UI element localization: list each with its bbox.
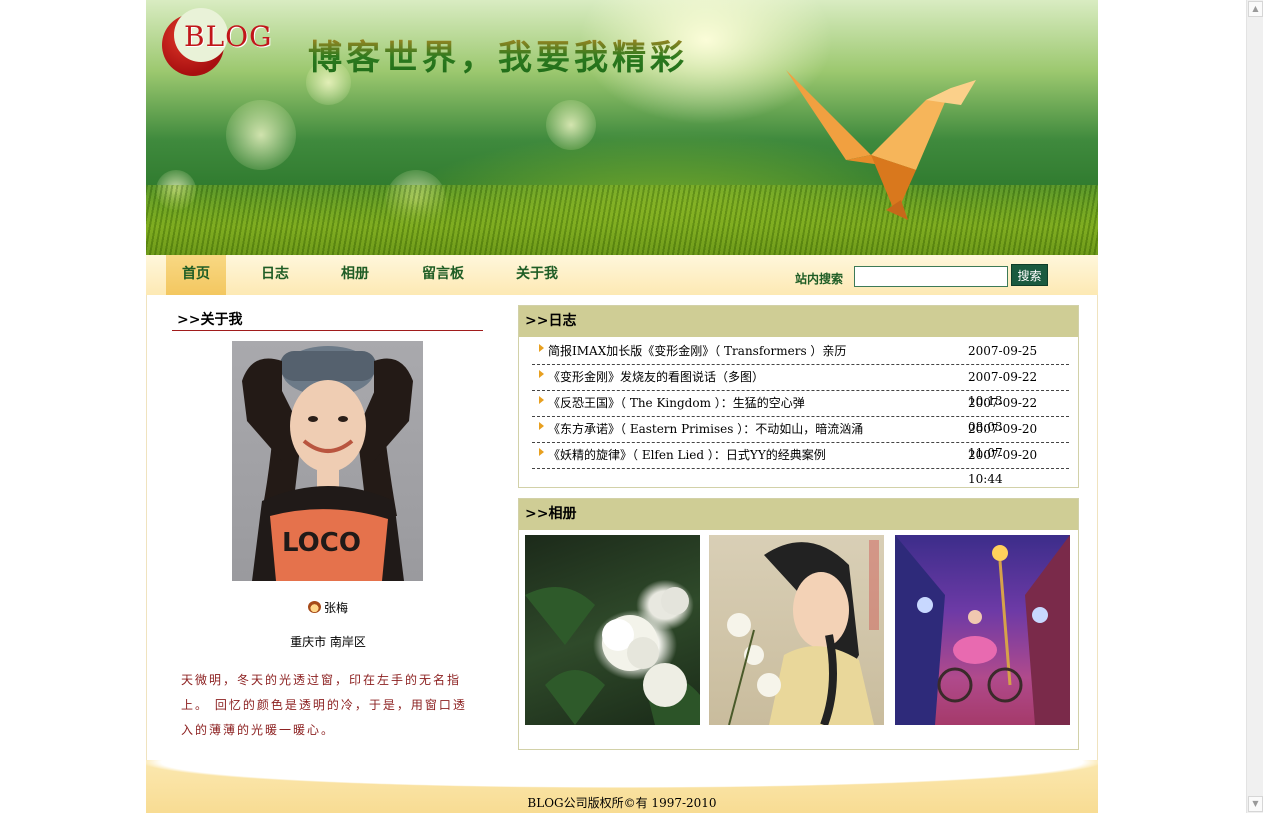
search-label: 站内搜索: [795, 272, 844, 286]
album-photo-flowers[interactable]: [525, 535, 700, 725]
scroll-down-icon[interactable]: ▼: [1248, 796, 1263, 812]
user-location: 重庆市 南岸区: [290, 635, 366, 649]
diary-entry[interactable]: 简报IMAX加长版《变形金刚》（ Transformers ）亲历 2007-0…: [532, 339, 1069, 365]
search-button[interactable]: 搜索: [1011, 264, 1048, 286]
avatar: LOCO: [232, 341, 423, 581]
girl-bicycle-photo: [895, 535, 1070, 725]
album-photo-girl-lily[interactable]: [709, 535, 884, 725]
vertical-scrollbar[interactable]: ▲ ▼: [1246, 0, 1263, 813]
scroll-up-icon[interactable]: ▲: [1248, 1, 1263, 17]
header-banner: BLOG 博客世界，我要我精彩: [146, 0, 1098, 255]
bullet-arrow-icon: [539, 396, 544, 404]
footer: BLOG公司版权所©有 1997-2010: [146, 760, 1098, 813]
diary-entry-title[interactable]: 简报IMAX加长版《变形金刚》（ Transformers ）亲历: [548, 339, 846, 363]
diary-entry[interactable]: 《变形金刚》发烧友的看图说话（多图） 2007-09-22 10:13: [532, 365, 1069, 408]
diary-panel-title: >>日志: [519, 306, 1078, 337]
banner-slogan: 博客世界，我要我精彩: [308, 30, 688, 79]
search-input[interactable]: [854, 266, 1008, 287]
diary-entry[interactable]: 《反恐王国》（ The Kingdom ）：生猛的空心弹 2007-09-22 …: [532, 391, 1069, 434]
diary-panel: >>日志 简报IMAX加长版《变形金刚》（ Transformers ）亲历 2…: [518, 305, 1079, 488]
logo-text: BLOG: [184, 20, 273, 53]
diary-entry-title[interactable]: 《变形金刚》发烧友的看图说话（多图）: [548, 365, 764, 389]
diary-entry-title[interactable]: 《妖精的旋律》（ Elfen Lied ）：日式YY的经典案例: [548, 443, 826, 467]
diary-entry-title[interactable]: 《东方承诺》（ Eastern Primises ）：不动如山，暗流汹涌: [548, 417, 863, 441]
about-title: >>关于我: [177, 312, 243, 328]
bokeh-light: [226, 100, 296, 170]
user-icon: [307, 601, 321, 613]
bullet-arrow-icon: [539, 370, 544, 378]
girl-lily-photo: [727, 540, 879, 725]
nav-album[interactable]: 相册: [341, 255, 369, 295]
diary-entry[interactable]: 《妖精的旋律》（ Elfen Lied ）：日式YY的经典案例 2007-09-…: [532, 443, 1069, 486]
album-panel-title: >>相册: [519, 499, 1078, 530]
user-bio: 天微明，冬天的光透过窗，印在左手的无名指上。 回忆的颜色是透明的冷，于是，用窗口…: [181, 673, 467, 737]
page-container: BLOG 博客世界，我要我精彩 首页 日志 相册 留言板 关于我 站内搜索 搜索…: [146, 0, 1098, 813]
bullet-arrow-icon: [539, 448, 544, 456]
album-panel: >>相册: [518, 498, 1079, 750]
nav-diary[interactable]: 日志: [261, 255, 289, 295]
about-divider: [172, 330, 483, 331]
bokeh-light: [546, 100, 596, 150]
footer-copyright: BLOG公司版权所©有 1997-2010: [527, 796, 717, 810]
nav-guestbook[interactable]: 留言板: [422, 255, 464, 295]
diary-entry-date: 2007-09-20 10:44: [968, 448, 1038, 486]
diary-entry[interactable]: 《东方承诺》（ Eastern Primises ）：不动如山，暗流汹涌 200…: [532, 417, 1069, 460]
album-photo-girl-bicycle[interactable]: [895, 535, 1070, 725]
nav-about[interactable]: 关于我: [516, 255, 558, 295]
svg-text:LOCO: LOCO: [282, 528, 361, 558]
paper-crane-icon: [786, 70, 976, 220]
gardenia-photo: [525, 587, 700, 725]
diary-entry-title[interactable]: 《反恐王国》（ The Kingdom ）：生猛的空心弹: [548, 391, 805, 415]
bullet-arrow-icon: [539, 422, 544, 430]
nav-home[interactable]: 首页: [166, 255, 226, 295]
user-name: 张梅: [323, 601, 348, 615]
avatar-photo: LOCO: [242, 346, 413, 581]
blog-logo[interactable]: BLOG: [162, 8, 272, 78]
diary-entry-date: 2007-09-25: [968, 344, 1038, 358]
bullet-arrow-icon: [539, 344, 544, 352]
user-name-line: 张梅: [146, 599, 510, 616]
